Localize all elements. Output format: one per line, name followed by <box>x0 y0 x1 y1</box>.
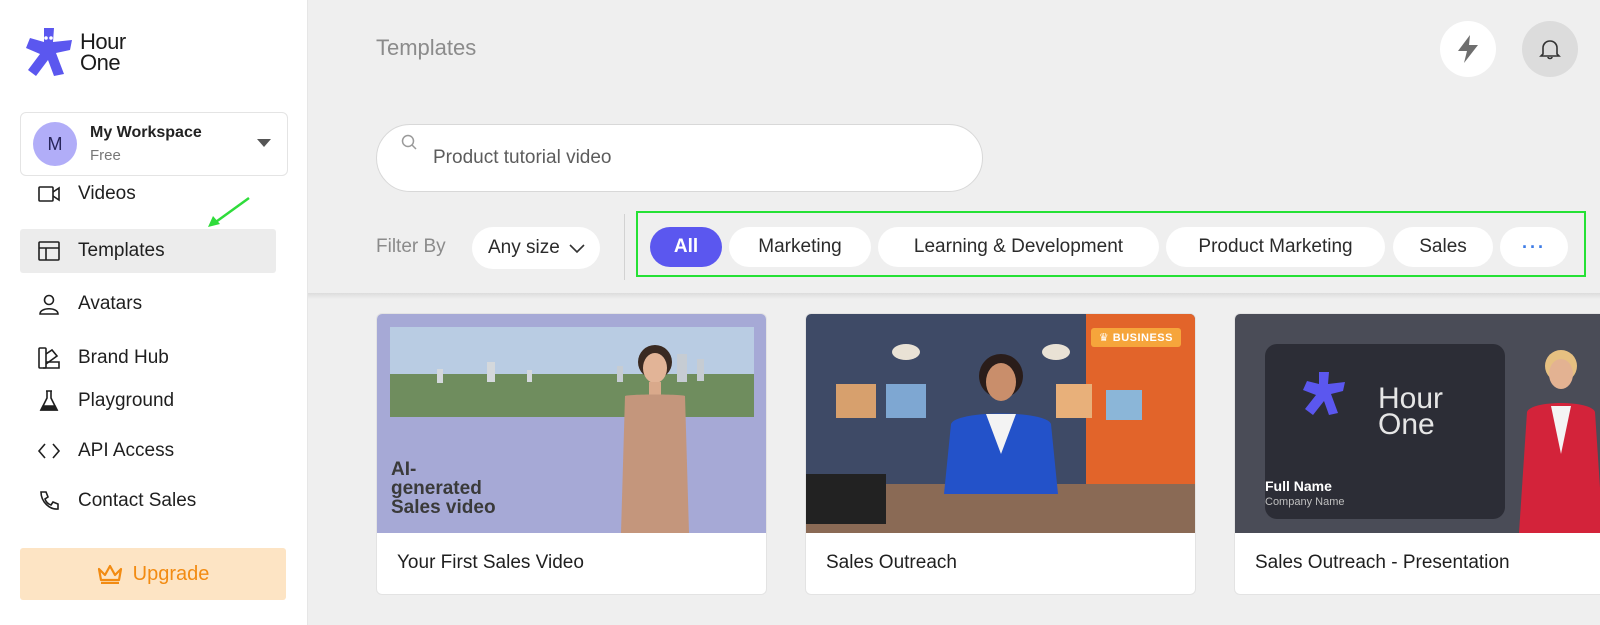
sidebar-item-templates[interactable]: Templates <box>20 229 276 273</box>
filter-shadow <box>308 293 1600 299</box>
caret-down-icon <box>257 139 271 147</box>
sidebar-item-label: Templates <box>78 240 165 261</box>
sidebar-item-playground[interactable]: Playground <box>20 379 276 423</box>
thumbnail-full-name: Full Name <box>1265 478 1332 494</box>
sidebar-item-label: Contact Sales <box>78 490 197 511</box>
sidebar-item-api-access[interactable]: API Access <box>20 429 276 473</box>
workspace-avatar: M <box>33 122 77 166</box>
logo-text: Hour One <box>80 29 126 75</box>
template-card[interactable]: AI- generated Sales video Your First Sal… <box>376 313 767 595</box>
sidebar-item-avatars[interactable]: Avatars <box>20 282 276 326</box>
sidebar-item-label: API Access <box>78 440 175 461</box>
phone-icon <box>36 488 62 514</box>
search-value: Product tutorial video <box>433 147 612 168</box>
notifications-button[interactable] <box>1522 21 1578 77</box>
flask-icon <box>36 388 62 414</box>
bolt-button[interactable] <box>1440 21 1496 77</box>
template-thumbnail: Hour One Full Name Company Name <box>1235 314 1600 533</box>
category-chip-highlight: All Marketing Learning & Development Pro… <box>636 211 1586 277</box>
thumbnail-company-name: Company Name <box>1265 496 1345 508</box>
size-select-value: Any size <box>488 237 560 258</box>
sidebar-item-label: Brand Hub <box>78 347 169 368</box>
sidebar-item-label: Avatars <box>78 293 143 314</box>
chip-marketing[interactable]: Marketing <box>729 227 871 267</box>
video-icon <box>36 185 62 207</box>
chip-learning-development[interactable]: Learning & Development <box>878 227 1159 267</box>
template-title: Sales Outreach <box>826 552 957 573</box>
sidebar-item-label: Videos <box>78 185 136 204</box>
hour-one-logo[interactable]: Hour One <box>26 26 126 78</box>
business-badge: ♛ BUSINESS <box>1090 328 1181 347</box>
sidebar-nav: Videos Templates Avatars Brand Hub Playg… <box>20 185 280 525</box>
chip-all[interactable]: All <box>650 227 722 267</box>
palette-icon <box>36 345 62 371</box>
template-card[interactable]: Hour One Full Name Company Name Sales Ou… <box>1234 313 1600 595</box>
template-title: Sales Outreach - Presentation <box>1255 552 1510 573</box>
annotation-arrow-icon <box>208 196 250 227</box>
workspace-name: My Workspace <box>90 124 202 141</box>
chip-more[interactable]: ··· <box>1500 227 1568 267</box>
thumbnail-logo-text: Hour One <box>1378 382 1444 441</box>
chevron-down-icon <box>569 244 585 254</box>
sidebar-item-contact-sales[interactable]: Contact Sales <box>20 479 276 523</box>
crown-icon <box>97 564 122 584</box>
template-search-input[interactable]: Product tutorial video <box>376 124 983 192</box>
workspace-plan: Free <box>90 147 121 164</box>
code-icon <box>36 438 62 464</box>
lightning-bolt-icon <box>1458 35 1478 63</box>
thumbnail-caption: AI- generated Sales video <box>391 459 496 518</box>
size-select[interactable]: Any size <box>472 227 600 269</box>
template-title: Your First Sales Video <box>397 552 584 573</box>
filter-divider <box>624 214 625 280</box>
star-logo-icon <box>26 28 72 76</box>
bell-icon <box>1539 40 1561 60</box>
filter-label: Filter By <box>376 236 446 257</box>
template-card[interactable]: ♛ BUSINESS Sales Outreach <box>805 313 1196 595</box>
chip-sales[interactable]: Sales <box>1393 227 1493 267</box>
template-thumbnail: ♛ BUSINESS <box>806 314 1195 533</box>
sidebar-item-label: Playground <box>78 390 175 411</box>
sidebar-item-brand-hub[interactable]: Brand Hub <box>20 336 276 380</box>
upgrade-button[interactable]: Upgrade <box>20 548 286 600</box>
search-icon <box>401 134 417 150</box>
sidebar: Hour One M My Workspace Free Videos Temp… <box>0 0 308 625</box>
template-icon <box>36 238 62 264</box>
upgrade-label: Upgrade <box>132 562 210 585</box>
person-icon <box>36 291 62 317</box>
page-title: Templates <box>376 35 477 60</box>
template-thumbnail: AI- generated Sales video <box>377 314 766 533</box>
workspace-selector[interactable]: M My Workspace Free <box>20 112 288 176</box>
chip-product-marketing[interactable]: Product Marketing <box>1166 227 1385 267</box>
